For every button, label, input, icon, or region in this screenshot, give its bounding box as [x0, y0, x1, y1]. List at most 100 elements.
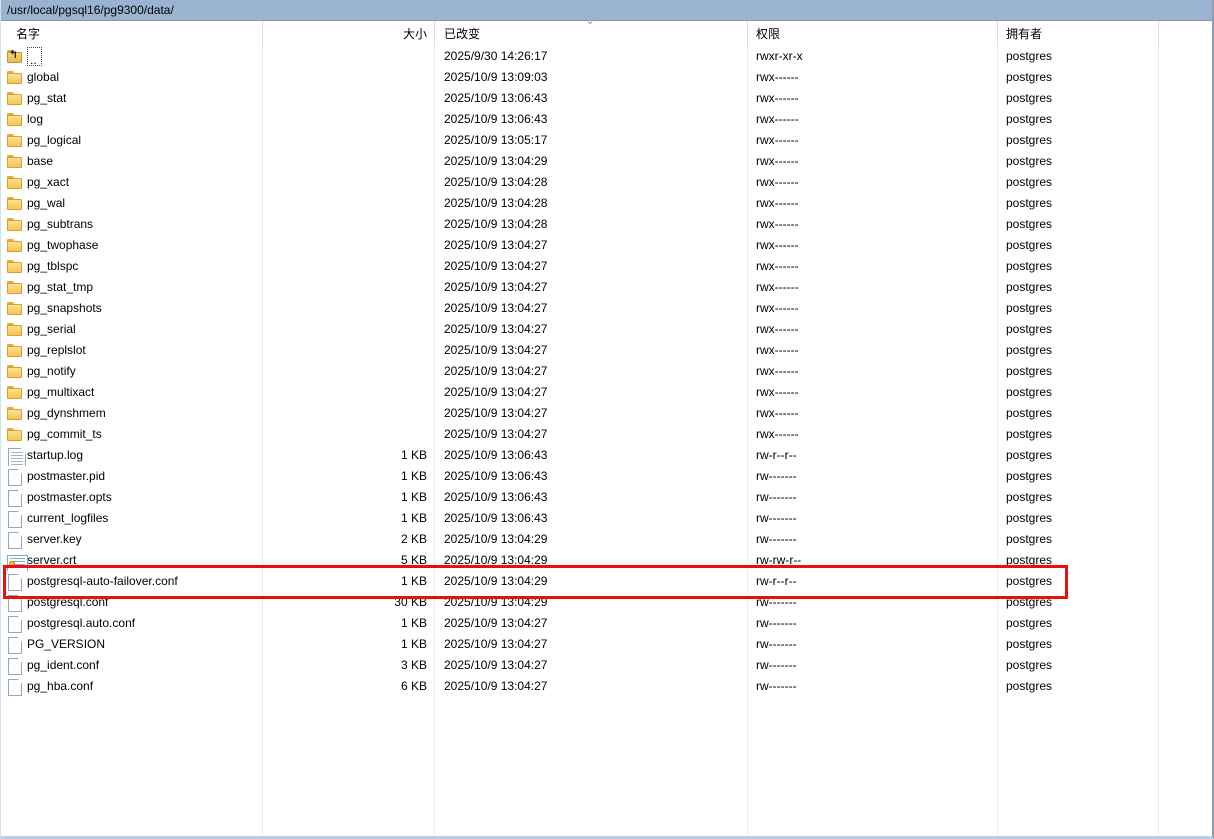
file-name-cell: global — [1, 67, 263, 88]
folder-icon — [6, 133, 23, 148]
file-name-cell: pg_wal — [1, 193, 263, 214]
file-changed: 2025/10/9 13:04:27 — [435, 277, 748, 298]
file-row[interactable]: pg_subtrans 2025/10/9 13:04:28 rwx------… — [1, 214, 1212, 235]
file-owner: postgres — [998, 634, 1159, 655]
file-owner: postgres — [998, 445, 1159, 466]
file-name-cell: postgresql.conf — [1, 592, 263, 613]
file-row[interactable]: postgresql-auto-failover.conf 1 KB 2025/… — [1, 571, 1212, 592]
file-row[interactable]: pg_multixact 2025/10/9 13:04:27 rwx-----… — [1, 382, 1212, 403]
file-row[interactable]: pg_stat_tmp 2025/10/9 13:04:27 rwx------… — [1, 277, 1212, 298]
file-owner: postgres — [998, 676, 1159, 697]
file-owner: postgres — [998, 214, 1159, 235]
file-row[interactable]: postgresql.conf 30 KB 2025/10/9 13:04:29… — [1, 592, 1212, 613]
file-size: 1 KB — [263, 487, 435, 508]
file-changed: 2025/10/9 13:04:27 — [435, 319, 748, 340]
file-name: pg_logical — [27, 133, 82, 147]
file-row[interactable]: log 2025/10/9 13:06:43 rwx------ postgre… — [1, 109, 1212, 130]
file-name: pg_dynshmem — [27, 406, 106, 420]
file-owner: postgres — [998, 466, 1159, 487]
file-owner: postgres — [998, 130, 1159, 151]
file-size — [263, 277, 435, 298]
file-name-cell: pg_commit_ts — [1, 424, 263, 445]
file-cert-icon — [6, 553, 28, 571]
file-rights: rwx------ — [748, 193, 998, 214]
column-headers: 名字 大小 已改变 权限 拥有者 — [1, 21, 1212, 46]
file-size — [263, 361, 435, 382]
file-icon — [6, 595, 23, 610]
file-row[interactable]: postmaster.pid 1 KB 2025/10/9 13:06:43 r… — [1, 466, 1212, 487]
file-owner: postgres — [998, 277, 1159, 298]
column-header-name[interactable]: 名字 — [1, 21, 263, 46]
file-owner: postgres — [998, 340, 1159, 361]
file-owner: postgres — [998, 319, 1159, 340]
file-row[interactable]: base 2025/10/9 13:04:29 rwx------ postgr… — [1, 151, 1212, 172]
file-owner: postgres — [998, 298, 1159, 319]
file-name: startup.log — [27, 448, 84, 462]
file-owner: postgres — [998, 550, 1159, 571]
folder-up-icon — [6, 49, 23, 64]
file-rights: rw------- — [748, 592, 998, 613]
folder-icon — [6, 343, 23, 358]
file-name-cell: PG_VERSION — [1, 634, 263, 655]
file-rights: rw------- — [748, 634, 998, 655]
file-name-cell: pg_logical — [1, 130, 263, 151]
column-header-size[interactable]: 大小 — [263, 21, 435, 46]
file-owner: postgres — [998, 613, 1159, 634]
file-row[interactable]: pg_replslot 2025/10/9 13:04:27 rwx------… — [1, 340, 1212, 361]
file-name: server.crt — [27, 553, 77, 567]
file-name-cell: pg_notify — [1, 361, 263, 382]
file-name: pg_replslot — [27, 343, 86, 357]
file-name-cell: pg_ident.conf — [1, 655, 263, 676]
column-header-owner[interactable]: 拥有者 — [998, 21, 1159, 46]
file-owner: postgres — [998, 508, 1159, 529]
file-row[interactable]: pg_twophase 2025/10/9 13:04:27 rwx------… — [1, 235, 1212, 256]
file-owner: postgres — [998, 235, 1159, 256]
file-name-cell: pg_stat_tmp — [1, 277, 263, 298]
file-row[interactable]: pg_serial 2025/10/9 13:04:27 rwx------ p… — [1, 319, 1212, 340]
file-row[interactable]: startup.log 1 KB 2025/10/9 13:06:43 rw-r… — [1, 445, 1212, 466]
file-owner: postgres — [998, 382, 1159, 403]
file-row[interactable]: server.crt 5 KB 2025/10/9 13:04:29 rw-rw… — [1, 550, 1212, 571]
file-size — [263, 424, 435, 445]
file-row[interactable]: PG_VERSION 1 KB 2025/10/9 13:04:27 rw---… — [1, 634, 1212, 655]
file-rights: rw-r--r-- — [748, 445, 998, 466]
file-name-cell: server.key — [1, 529, 263, 550]
file-owner: postgres — [998, 256, 1159, 277]
file-icon — [6, 637, 23, 652]
file-row[interactable]: current_logfiles 1 KB 2025/10/9 13:06:43… — [1, 508, 1212, 529]
file-owner: postgres — [998, 46, 1159, 67]
folder-icon — [6, 175, 23, 190]
file-changed: 2025/10/9 13:04:27 — [435, 382, 748, 403]
file-row[interactable]: pg_stat 2025/10/9 13:06:43 rwx------ pos… — [1, 88, 1212, 109]
folder-icon — [6, 406, 23, 421]
column-header-spacer — [1159, 21, 1212, 46]
file-rights: rw------- — [748, 466, 998, 487]
file-row[interactable]: pg_tblspc 2025/10/9 13:04:27 rwx------ p… — [1, 256, 1212, 277]
file-row[interactable]: server.key 2 KB 2025/10/9 13:04:29 rw---… — [1, 529, 1212, 550]
file-row[interactable]: postgresql.auto.conf 1 KB 2025/10/9 13:0… — [1, 613, 1212, 634]
file-owner: postgres — [998, 571, 1159, 592]
folder-icon — [6, 238, 23, 253]
file-changed: 2025/10/9 13:04:28 — [435, 172, 748, 193]
file-row[interactable]: pg_hba.conf 6 KB 2025/10/9 13:04:27 rw--… — [1, 676, 1212, 697]
file-row[interactable]: pg_commit_ts 2025/10/9 13:04:27 rwx-----… — [1, 424, 1212, 445]
file-size: 5 KB — [263, 550, 435, 571]
path-bar[interactable]: /usr/local/pgsql16/pg9300/data/ — [1, 0, 1212, 21]
file-row[interactable]: .. 2025/9/30 14:26:17 rwxr-xr-x postgres — [1, 46, 1212, 67]
file-row[interactable]: pg_dynshmem 2025/10/9 13:04:27 rwx------… — [1, 403, 1212, 424]
file-row[interactable]: pg_snapshots 2025/10/9 13:04:27 rwx-----… — [1, 298, 1212, 319]
file-row[interactable]: pg_notify 2025/10/9 13:04:27 rwx------ p… — [1, 361, 1212, 382]
file-row[interactable]: pg_wal 2025/10/9 13:04:28 rwx------ post… — [1, 193, 1212, 214]
file-row[interactable]: pg_ident.conf 3 KB 2025/10/9 13:04:27 rw… — [1, 655, 1212, 676]
column-header-rights[interactable]: 权限 — [748, 21, 998, 46]
file-row[interactable]: pg_logical 2025/10/9 13:05:17 rwx------ … — [1, 130, 1212, 151]
folder-icon — [6, 427, 23, 442]
file-row[interactable]: global 2025/10/9 13:09:03 rwx------ post… — [1, 67, 1212, 88]
file-name-cell: pg_serial — [1, 319, 263, 340]
file-row[interactable]: pg_xact 2025/10/9 13:04:28 rwx------ pos… — [1, 172, 1212, 193]
file-changed: 2025/10/9 13:04:28 — [435, 214, 748, 235]
folder-icon — [6, 385, 23, 400]
folder-icon — [6, 217, 23, 232]
folder-icon — [6, 301, 23, 316]
file-row[interactable]: postmaster.opts 1 KB 2025/10/9 13:06:43 … — [1, 487, 1212, 508]
